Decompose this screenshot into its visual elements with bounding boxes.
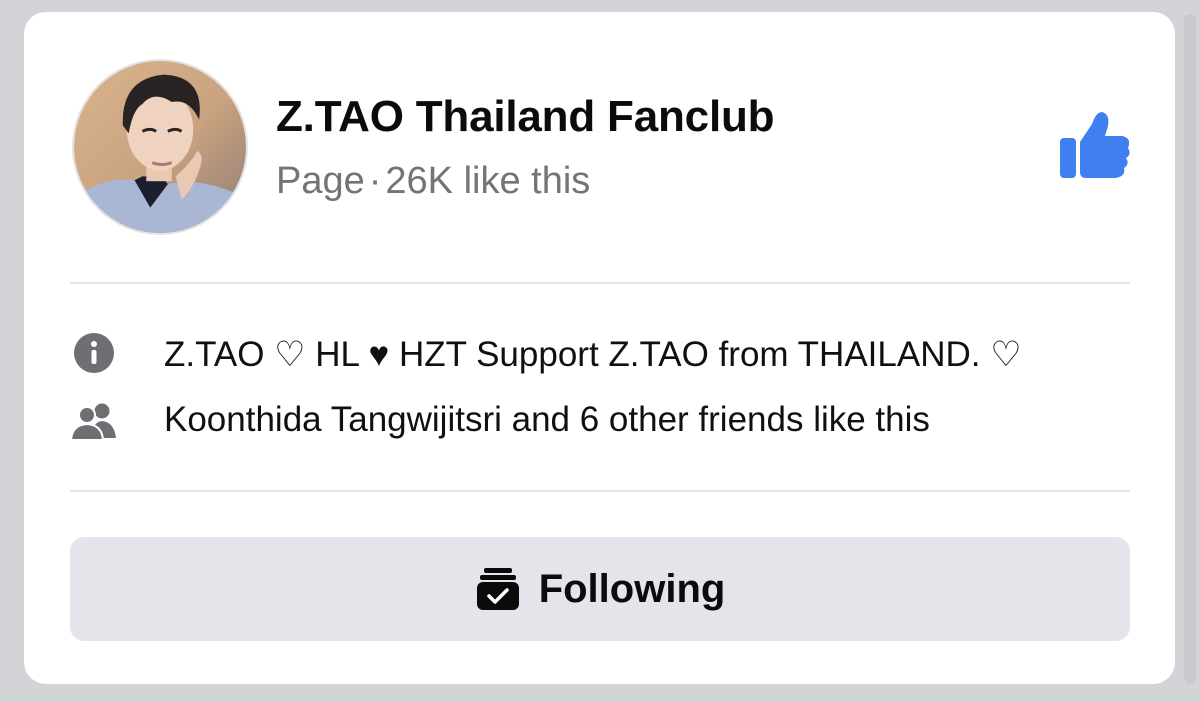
friends-row-icon-wrap [69,402,120,442]
divider-top [70,282,1130,284]
page-type-label: Page [276,160,365,202]
separator-dot: · [368,160,382,202]
following-label: Following [538,566,726,611]
page-description: Z.TAO ♡ HL ♥ HZT Support Z.TAO from THAI… [164,335,1022,374]
likes-count-text: 26K like this [385,160,591,202]
scrollbar[interactable] [1184,14,1196,684]
thumbs-up-icon [1060,112,1130,178]
page-avatar[interactable] [72,59,248,235]
avatar-photo [74,61,246,233]
page-subtitle: Page · 26K like this [276,160,590,203]
following-button[interactable]: Following [70,537,1130,641]
divider-bottom [70,490,1130,492]
friends-like-text[interactable]: Koonthida Tangwijitsri and 6 other frien… [164,400,930,440]
page-title[interactable]: Z.TAO Thailand Fanclub [276,92,775,142]
friends-icon [69,403,116,441]
info-row-icon-wrap [70,333,120,373]
following-check-icon [476,568,519,610]
like-button[interactable] [1054,108,1134,184]
info-icon [74,333,114,373]
